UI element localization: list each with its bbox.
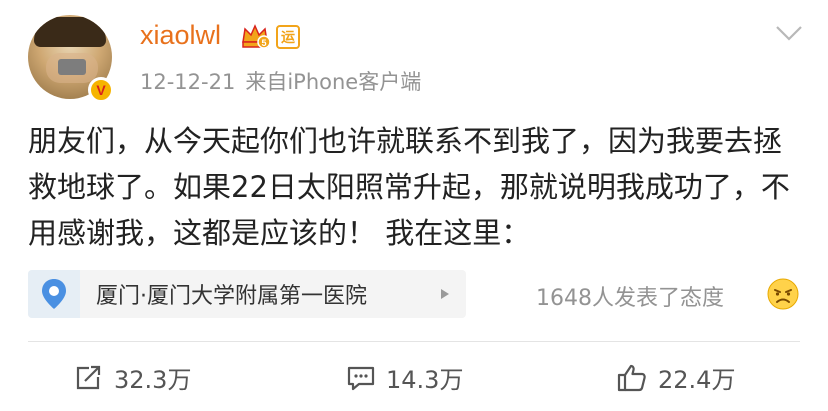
repost-count: 32.3万 bbox=[114, 366, 192, 394]
repost-icon bbox=[76, 365, 101, 389]
comment-count: 14.3万 bbox=[386, 366, 464, 394]
thumbs-up-icon bbox=[617, 364, 646, 391]
comment-button[interactable]: 14.3万 bbox=[346, 360, 463, 395]
repost-button[interactable]: 32.3万 bbox=[74, 360, 191, 395]
avatar[interactable]: V bbox=[28, 15, 114, 103]
action-bar: 32.3万 14.3万 22.4万 bbox=[0, 342, 828, 411]
post-date: 12-12-21 bbox=[140, 70, 236, 94]
crown-level-icon: 5 bbox=[242, 24, 270, 49]
post-source: 来自iPhone客户端 bbox=[245, 70, 422, 94]
location-label: 厦门·厦门大学附属第一医院 bbox=[96, 284, 367, 309]
verified-v-icon: V bbox=[88, 77, 114, 103]
play-arrow-icon bbox=[441, 289, 449, 299]
username[interactable]: xiaolwl bbox=[140, 20, 221, 51]
like-count: 22.4万 bbox=[658, 366, 736, 394]
comment-icon bbox=[347, 366, 375, 390]
chevron-down-icon[interactable] bbox=[775, 24, 803, 42]
location-pin-icon bbox=[28, 270, 80, 318]
like-button[interactable]: 22.4万 bbox=[616, 360, 735, 395]
yun-badge-icon[interactable]: 运 bbox=[276, 25, 300, 49]
post-content: 朋友们，从今天起你们也许就联系不到我了，因为我要去拯救地球了。如果22日太阳照常… bbox=[28, 124, 790, 250]
attitude-count[interactable]: 1648人发表了态度 bbox=[536, 280, 724, 312]
svg-text:5: 5 bbox=[261, 38, 266, 48]
location-card[interactable]: 厦门·厦门大学附属第一医院 bbox=[28, 270, 466, 318]
post-meta: 12-12-21 来自iPhone客户端 bbox=[140, 66, 421, 96]
emoji-icon[interactable] bbox=[766, 277, 800, 311]
